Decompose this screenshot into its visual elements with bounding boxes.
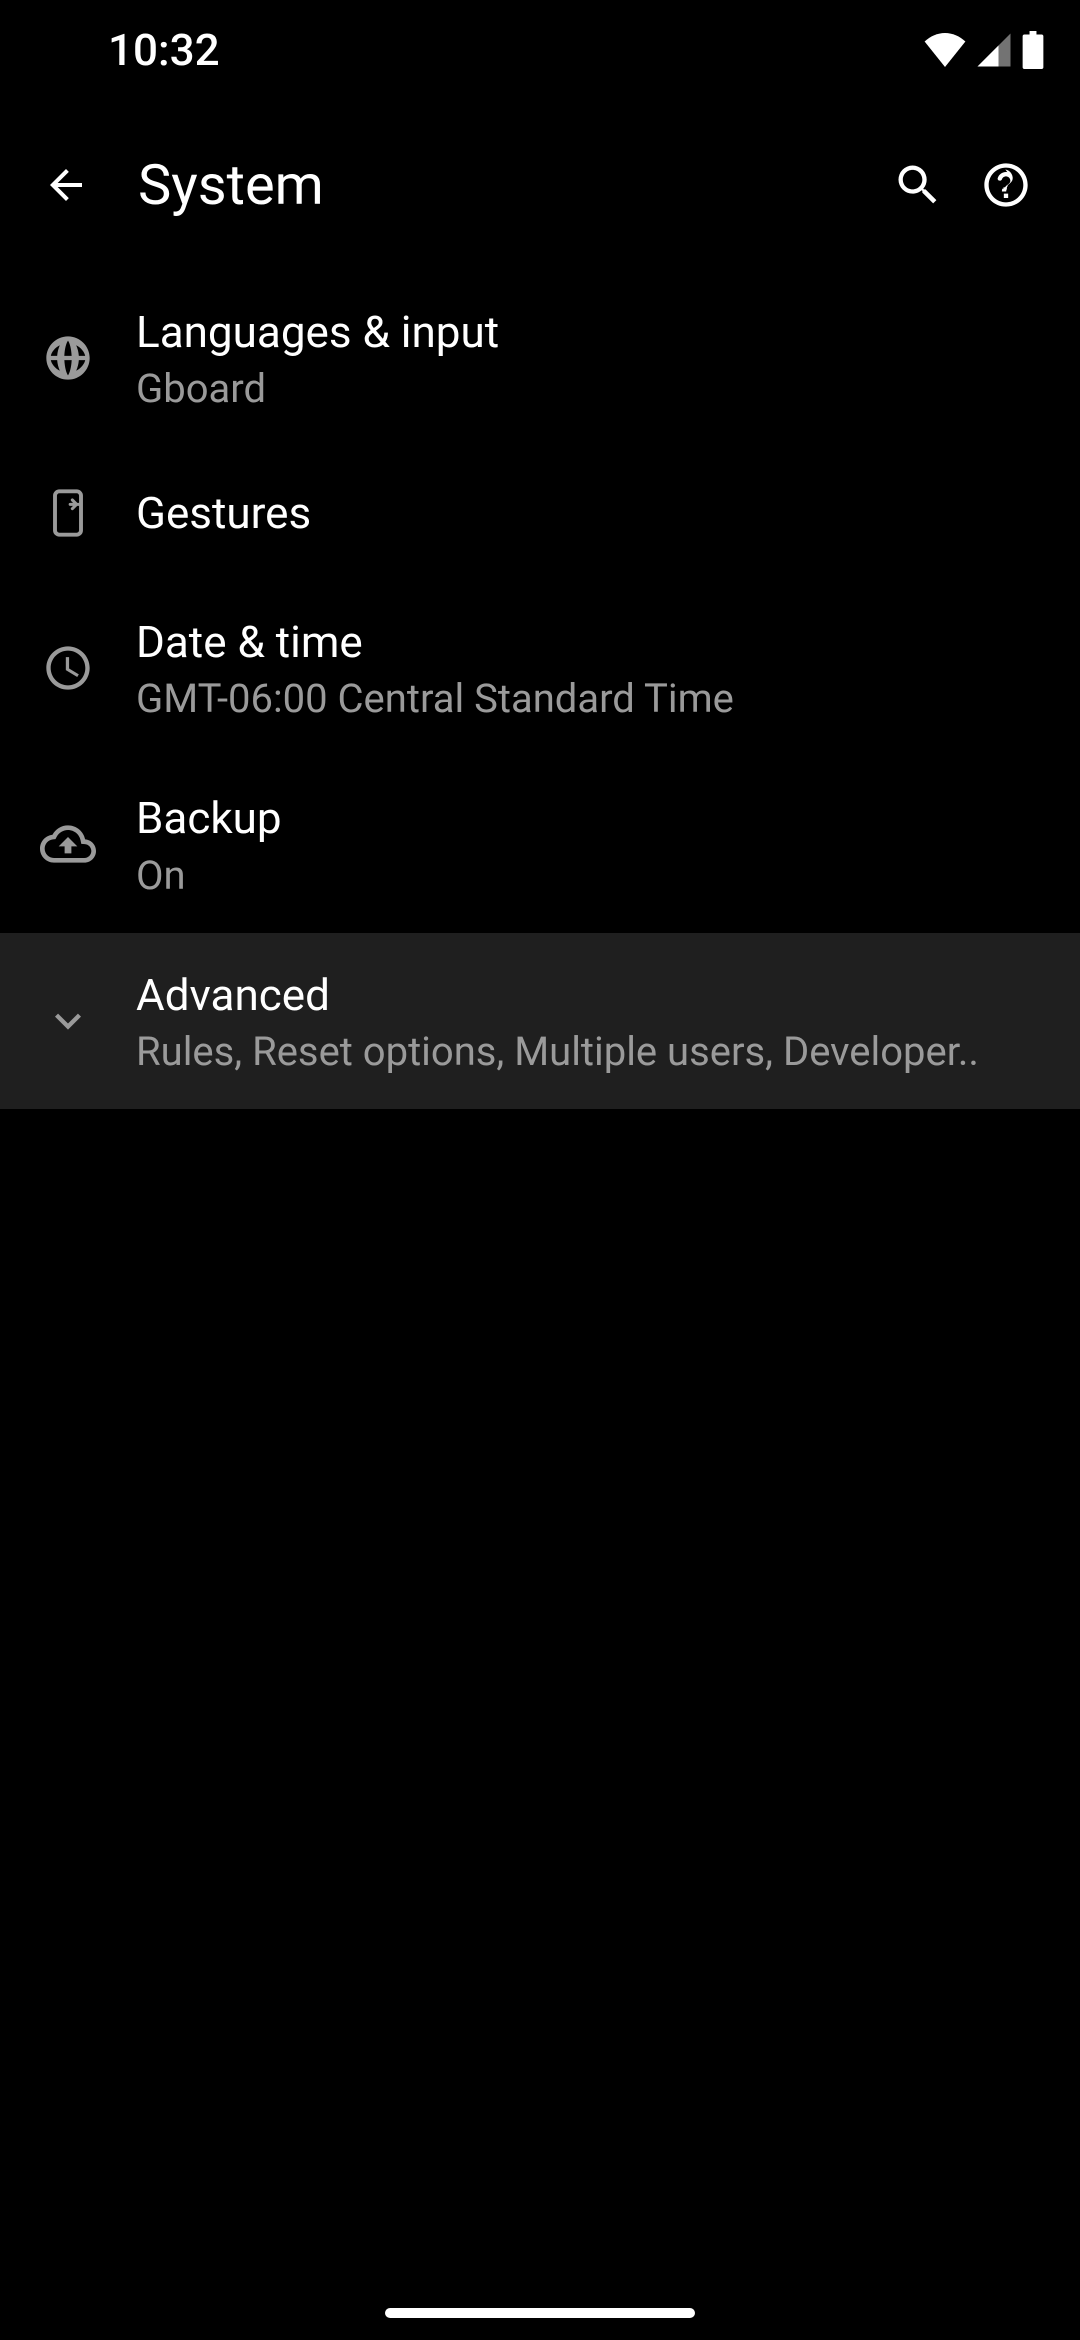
- battery-icon: [1022, 31, 1044, 69]
- list-text: Date & time GMT-06:00 Central Standard T…: [136, 614, 1044, 722]
- list-subtitle: Gboard: [136, 365, 1044, 412]
- list-item-languages-input[interactable]: Languages & input Gboard: [0, 270, 1080, 446]
- list-item-date-time[interactable]: Date & time GMT-06:00 Central Standard T…: [0, 580, 1080, 756]
- settings-list: Languages & input Gboard Gestures Date &…: [0, 270, 1080, 1109]
- cell-signal-icon: [976, 32, 1012, 68]
- status-bar: 10:32: [0, 0, 1080, 100]
- cloud-upload-icon: [36, 812, 100, 876]
- chevron-down-icon: [36, 989, 100, 1053]
- list-item-advanced[interactable]: Advanced Rules, Reset options, Multiple …: [0, 933, 1080, 1109]
- list-title: Gestures: [136, 485, 1044, 542]
- list-subtitle: GMT-06:00 Central Standard Time: [136, 675, 1044, 722]
- search-icon: [892, 159, 944, 211]
- list-title: Date & time: [136, 614, 1044, 671]
- list-text: Backup On: [136, 790, 1044, 898]
- help-button[interactable]: [962, 141, 1050, 229]
- arrow-back-icon: [42, 161, 90, 209]
- app-bar: System: [0, 100, 1080, 270]
- clock-icon: [36, 636, 100, 700]
- list-subtitle: On: [136, 852, 1044, 899]
- status-icons: [924, 31, 1044, 69]
- gestures-icon: [36, 481, 100, 545]
- list-title: Backup: [136, 790, 1044, 847]
- list-item-backup[interactable]: Backup On: [0, 756, 1080, 932]
- page-title: System: [138, 152, 874, 218]
- search-button[interactable]: [874, 141, 962, 229]
- list-title: Languages & input: [136, 304, 1044, 361]
- globe-icon: [36, 326, 100, 390]
- list-item-gestures[interactable]: Gestures: [0, 446, 1080, 580]
- list-text: Languages & input Gboard: [136, 304, 1044, 412]
- back-button[interactable]: [30, 149, 102, 221]
- wifi-icon: [924, 33, 966, 67]
- gesture-nav-bar[interactable]: [385, 2308, 695, 2318]
- status-time: 10:32: [108, 24, 220, 76]
- list-text: Gestures: [136, 485, 1044, 542]
- list-subtitle: Rules, Reset options, Multiple users, De…: [136, 1028, 1044, 1075]
- list-title: Advanced: [136, 967, 1044, 1024]
- help-icon: [980, 159, 1032, 211]
- list-text: Advanced Rules, Reset options, Multiple …: [136, 967, 1044, 1075]
